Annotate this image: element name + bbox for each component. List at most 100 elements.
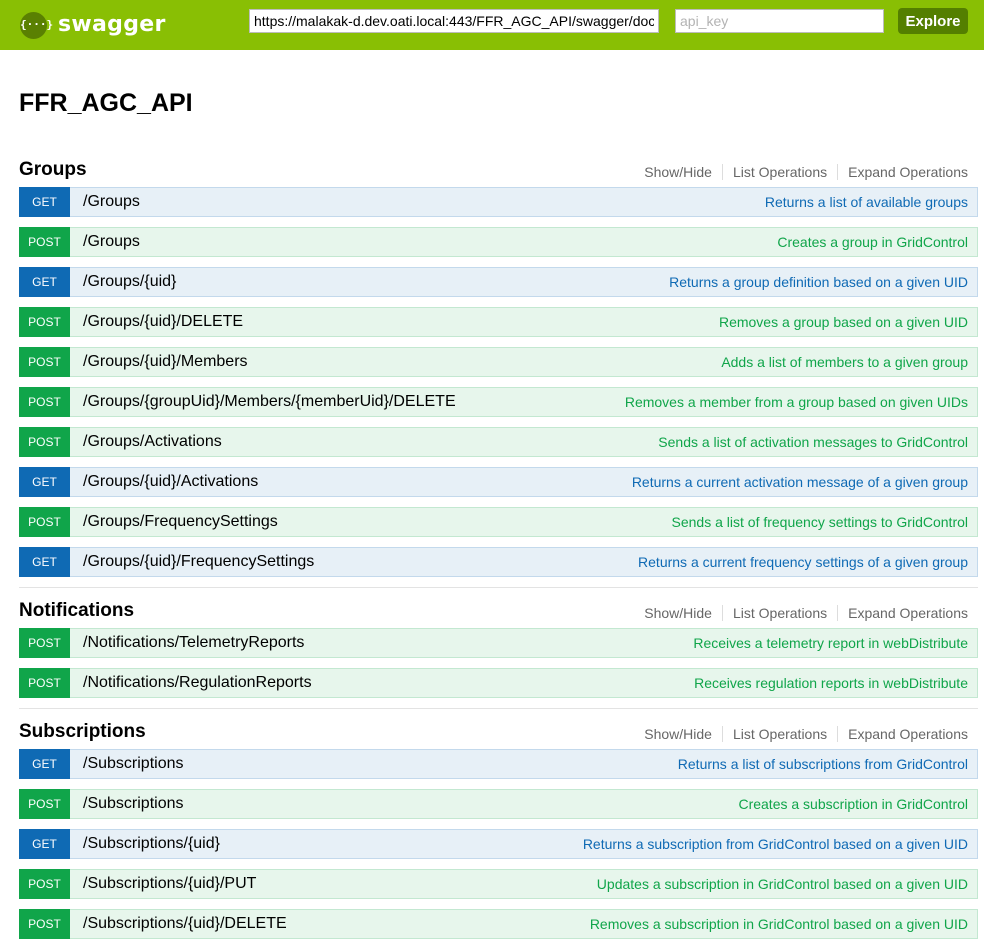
link-separator — [837, 726, 839, 742]
endpoint-summary-link[interactable]: Receives regulation reports in webDistri… — [694, 669, 968, 697]
http-method-badge[interactable]: POST — [19, 387, 70, 417]
swagger-logo-icon[interactable]: {···} — [20, 12, 54, 39]
http-method-badge[interactable]: POST — [19, 427, 70, 457]
show-hide-link[interactable]: Show/Hide — [644, 164, 712, 180]
http-method-badge[interactable]: GET — [19, 267, 70, 297]
http-method-badge[interactable]: POST — [19, 507, 70, 537]
top-bar: {···} swagger Explore — [0, 0, 984, 50]
endpoint-summary-link[interactable]: Updates a subscription in GridControl ba… — [597, 870, 968, 898]
endpoint-path-link[interactable]: /Groups/{uid}/Activations — [83, 468, 258, 496]
operations-list: GET/Subscriptions Returns a list of subsc… — [19, 749, 978, 939]
endpoint-path-link[interactable]: /Groups/{uid}/DELETE — [83, 308, 243, 336]
http-method-badge[interactable]: POST — [19, 227, 70, 257]
endpoint-summary-link[interactable]: Returns a group definition based on a gi… — [669, 268, 968, 296]
api-url-input[interactable] — [249, 9, 659, 33]
http-method-badge[interactable]: POST — [19, 307, 70, 337]
operation-row[interactable]: POST/Notifications/TelemetryReports Recei… — [19, 628, 978, 658]
section-title[interactable]: Groups — [19, 159, 87, 181]
operation-row[interactable]: POST/Groups/Activations Sends a list of a… — [19, 427, 978, 457]
endpoint-path-link[interactable]: /Groups/{groupUid}/Members/{memberUid}/D… — [83, 388, 456, 416]
endpoint-summary-link[interactable]: Returns a list of subscriptions from Gri… — [678, 750, 968, 778]
operation-row[interactable]: GET/Groups Returns a list of available gr… — [19, 187, 978, 217]
show-hide-link[interactable]: Show/Hide — [644, 726, 712, 742]
http-method-badge[interactable]: POST — [19, 909, 70, 939]
endpoint-summary-link[interactable]: Returns a current frequency settings of … — [638, 548, 968, 576]
section-title[interactable]: Subscriptions — [19, 721, 146, 743]
http-method-badge[interactable]: POST — [19, 789, 70, 819]
operation-row[interactable]: POST/Subscriptions/{uid}/DELETE Removes a… — [19, 909, 978, 939]
show-hide-link[interactable]: Show/Hide — [644, 605, 712, 621]
explore-button[interactable]: Explore — [898, 8, 968, 34]
operation-row[interactable]: GET/Groups/{uid}/FrequencySettings Return… — [19, 547, 978, 577]
resource-section: Subscriptions Show/Hide List Operations … — [19, 708, 978, 949]
operation-row[interactable]: POST/Groups/FrequencySettings Sends a lis… — [19, 507, 978, 537]
endpoint-summary-link[interactable]: Returns a subscription from GridControl … — [583, 830, 968, 858]
endpoint-path-link[interactable]: /Groups/{uid} — [83, 268, 176, 296]
expand-operations-link[interactable]: Expand Operations — [848, 605, 968, 621]
endpoint-summary-link[interactable]: Receives a telemetry report in webDistri… — [693, 629, 968, 657]
operation-row[interactable]: POST/Groups/{groupUid}/Members/{memberUi… — [19, 387, 978, 417]
endpoint-path-link[interactable]: /Groups/{uid}/FrequencySettings — [83, 548, 314, 576]
section-divider — [19, 587, 978, 588]
section-links: Show/Hide List Operations Expand Operati… — [644, 605, 968, 621]
section-divider — [19, 708, 978, 709]
endpoint-path-link[interactable]: /Groups/Activations — [83, 428, 222, 456]
http-method-badge[interactable]: GET — [19, 829, 70, 859]
endpoint-path-link[interactable]: /Subscriptions/{uid}/DELETE — [83, 910, 287, 938]
endpoint-path-link[interactable]: /Subscriptions — [83, 790, 184, 818]
list-operations-link[interactable]: List Operations — [733, 164, 827, 180]
http-method-badge[interactable]: POST — [19, 628, 70, 658]
endpoint-path-link[interactable]: /Notifications/RegulationReports — [83, 669, 312, 697]
operation-row[interactable]: POST/Groups Creates a group in GridContro… — [19, 227, 978, 257]
list-operations-link[interactable]: List Operations — [733, 605, 827, 621]
operation-row[interactable]: GET/Groups/{uid}/Activations Returns a cu… — [19, 467, 978, 497]
endpoint-path-link[interactable]: /Subscriptions — [83, 750, 184, 778]
operation-row[interactable]: POST/Subscriptions Creates a subscription… — [19, 789, 978, 819]
operation-row[interactable]: POST/Notifications/RegulationReports Rece… — [19, 668, 978, 698]
http-method-badge[interactable]: GET — [19, 187, 70, 217]
endpoint-path-link[interactable]: /Notifications/TelemetryReports — [83, 629, 304, 657]
brand-name[interactable]: swagger — [58, 10, 166, 40]
endpoint-summary-link[interactable]: Creates a group in GridControl — [777, 228, 968, 256]
endpoint-path-link[interactable]: /Subscriptions/{uid}/PUT — [83, 870, 256, 898]
section-links: Show/Hide List Operations Expand Operati… — [644, 164, 968, 180]
expand-operations-link[interactable]: Expand Operations — [848, 164, 968, 180]
operation-row[interactable]: POST/Groups/{uid}/Members Adds a list of … — [19, 347, 978, 377]
endpoint-summary-link[interactable]: Returns a current activation message of … — [632, 468, 968, 496]
link-separator — [837, 605, 839, 621]
endpoint-path-link[interactable]: /Groups — [83, 188, 140, 216]
endpoint-summary-link[interactable]: Creates a subscription in GridControl — [738, 790, 968, 818]
section-header: Notifications Show/Hide List Operations … — [19, 587, 978, 628]
endpoint-path-link[interactable]: /Groups/FrequencySettings — [83, 508, 278, 536]
operation-row[interactable]: GET/Subscriptions Returns a list of subsc… — [19, 749, 978, 779]
endpoint-path-link[interactable]: /Subscriptions/{uid} — [83, 830, 220, 858]
link-separator — [837, 164, 839, 180]
http-method-badge[interactable]: POST — [19, 347, 70, 377]
endpoint-summary-link[interactable]: Sends a list of activation messages to G… — [658, 428, 968, 456]
http-method-badge[interactable]: GET — [19, 467, 70, 497]
http-method-badge[interactable]: POST — [19, 668, 70, 698]
section-title[interactable]: Notifications — [19, 600, 134, 622]
http-method-badge[interactable]: GET — [19, 547, 70, 577]
api-key-input[interactable] — [675, 9, 884, 33]
section-links: Show/Hide List Operations Expand Operati… — [644, 726, 968, 742]
endpoint-summary-link[interactable]: Returns a list of available groups — [765, 188, 968, 216]
endpoint-summary-link[interactable]: Sends a list of frequency settings to Gr… — [672, 508, 968, 536]
http-method-badge[interactable]: GET — [19, 749, 70, 779]
logo-glyph: {···} — [20, 18, 54, 31]
resource-section: Notifications Show/Hide List Operations … — [19, 587, 978, 708]
expand-operations-link[interactable]: Expand Operations — [848, 726, 968, 742]
operation-row[interactable]: GET/Groups/{uid} Returns a group definiti… — [19, 267, 978, 297]
http-method-badge[interactable]: POST — [19, 869, 70, 899]
section-header: Groups Show/Hide List Operations Expand … — [19, 157, 978, 187]
endpoint-summary-link[interactable]: Adds a list of members to a given group — [721, 348, 968, 376]
endpoint-summary-link[interactable]: Removes a member from a group based on g… — [625, 388, 968, 416]
list-operations-link[interactable]: List Operations — [733, 726, 827, 742]
operation-row[interactable]: GET/Subscriptions/{uid} Returns a subscri… — [19, 829, 978, 859]
endpoint-summary-link[interactable]: Removes a group based on a given UID — [719, 308, 968, 336]
endpoint-path-link[interactable]: /Groups — [83, 228, 140, 256]
operation-row[interactable]: POST/Subscriptions/{uid}/PUT Updates a su… — [19, 869, 978, 899]
operation-row[interactable]: POST/Groups/{uid}/DELETE Removes a group … — [19, 307, 978, 337]
endpoint-path-link[interactable]: /Groups/{uid}/Members — [83, 348, 248, 376]
endpoint-summary-link[interactable]: Removes a subscription in GridControl ba… — [590, 910, 968, 938]
